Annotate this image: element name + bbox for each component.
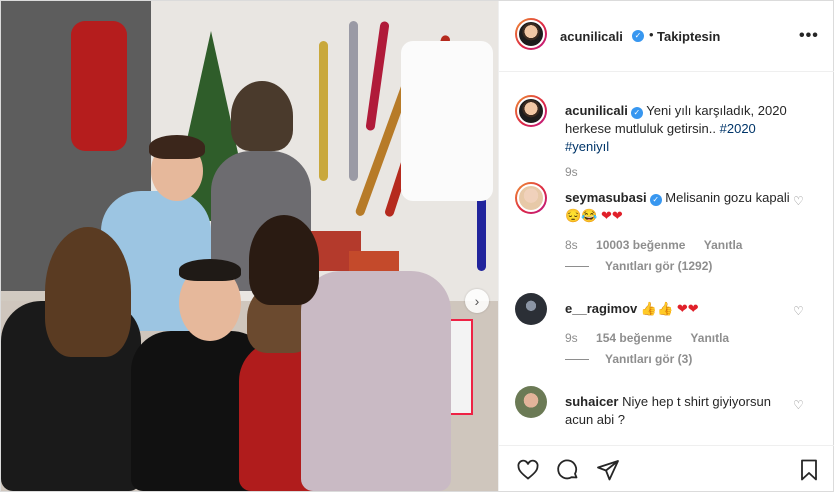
author-avatar[interactable] (515, 95, 547, 127)
hashtag-link[interactable]: #yeniyıl (565, 139, 609, 154)
floor-lamp (401, 41, 493, 201)
timestamp[interactable]: 8s (565, 238, 578, 252)
next-photo-button[interactable]: › (465, 289, 489, 313)
person (231, 81, 293, 151)
post-photo[interactable]: › (1, 1, 498, 491)
like-count[interactable]: 154 beğenme (596, 331, 672, 345)
timestamp[interactable]: 9s (565, 331, 578, 345)
author-username[interactable]: acunilicali (565, 103, 628, 118)
share-icon[interactable] (595, 457, 621, 483)
chevron-right-icon: › (474, 293, 480, 309)
divider-line (565, 359, 589, 361)
following-status[interactable]: Takiptesin (657, 29, 720, 44)
like-icon[interactable] (515, 457, 541, 483)
person (301, 271, 451, 491)
hashtag-link[interactable]: #2020 (720, 121, 756, 136)
reply-button[interactable]: Yanıtla (690, 331, 729, 345)
divider-line (565, 266, 589, 268)
comment-text: seymasubasi ✓ Melisanin gozu kapali 😔😂 ❤❤ (565, 189, 793, 225)
view-replies-label: Yanıtları gör (3) (605, 352, 693, 366)
post-sidebar: acunilicali ✓ • Takiptesin ••• acunilica… (498, 1, 834, 491)
commenter-username[interactable]: suhaicer (565, 394, 618, 409)
commenter-avatar[interactable] (515, 293, 547, 325)
action-bar (499, 445, 834, 492)
instagram-post: › acunilicali ✓ • Takiptesin ••• acunili… (0, 0, 834, 492)
comment-icon[interactable] (555, 457, 581, 483)
comment-body: Melisanin gozu kapali (665, 190, 790, 205)
author-username[interactable]: acunilicali (560, 29, 623, 44)
emoji-thumbs: 👍👍 (640, 301, 674, 316)
more-icon[interactable]: ••• (799, 27, 819, 45)
garland (319, 41, 328, 181)
verified-badge-icon: ✓ (630, 107, 643, 119)
commenter-avatar[interactable] (515, 182, 547, 214)
comment-meta: 9s 154 beğenme Yanıtla (565, 331, 744, 345)
emoji-hearts: ❤❤ (676, 301, 699, 316)
comment-meta: 8s 10003 beğenme Yanıtla (565, 238, 757, 252)
verified-badge-icon: ✓ (649, 194, 662, 206)
like-comment-icon[interactable]: ♡ (793, 398, 804, 412)
santa-decoration (71, 21, 127, 151)
person (179, 259, 241, 281)
person (149, 135, 205, 159)
comment-text: e__ragimov 👍👍 ❤❤ (565, 300, 793, 318)
view-replies-label: Yanıtları gör (1292) (605, 259, 713, 273)
commenter-avatar[interactable] (515, 386, 547, 418)
caption-text: acunilicali ✓ Yeni yılı karşıladık, 2020 … (565, 102, 793, 156)
emoji-hearts: ❤❤ (601, 208, 623, 223)
garland (349, 21, 358, 181)
person (249, 215, 319, 305)
like-count[interactable]: 10003 beğenme (596, 238, 685, 252)
reply-button[interactable]: Yanıtla (704, 238, 743, 252)
view-replies[interactable]: Yanıtları gör (3) (565, 352, 692, 366)
emoji-faces: 😔😂 (565, 208, 598, 223)
like-comment-icon[interactable]: ♡ (793, 194, 804, 208)
person (45, 227, 131, 357)
verified-badge-icon: ✓ (632, 30, 644, 42)
caption-meta: 9s (565, 165, 593, 179)
view-replies[interactable]: Yanıtları gör (1292) (565, 259, 712, 273)
commenter-username[interactable]: seymasubasi (565, 190, 647, 205)
like-comment-icon[interactable]: ♡ (793, 304, 804, 318)
comment-text: suhaicer Niye hep t shirt giyiyorsun acu… (565, 393, 793, 429)
timestamp[interactable]: 9s (565, 165, 578, 179)
comments-list: acunilicali ✓ Yeni yılı karşıladık, 2020 … (499, 72, 834, 445)
post-header: acunilicali ✓ • Takiptesin ••• (499, 1, 834, 72)
separator-dot: • (649, 27, 654, 42)
author-avatar[interactable] (515, 18, 547, 50)
bookmark-icon[interactable] (796, 457, 822, 483)
commenter-username[interactable]: e__ragimov (565, 301, 637, 316)
